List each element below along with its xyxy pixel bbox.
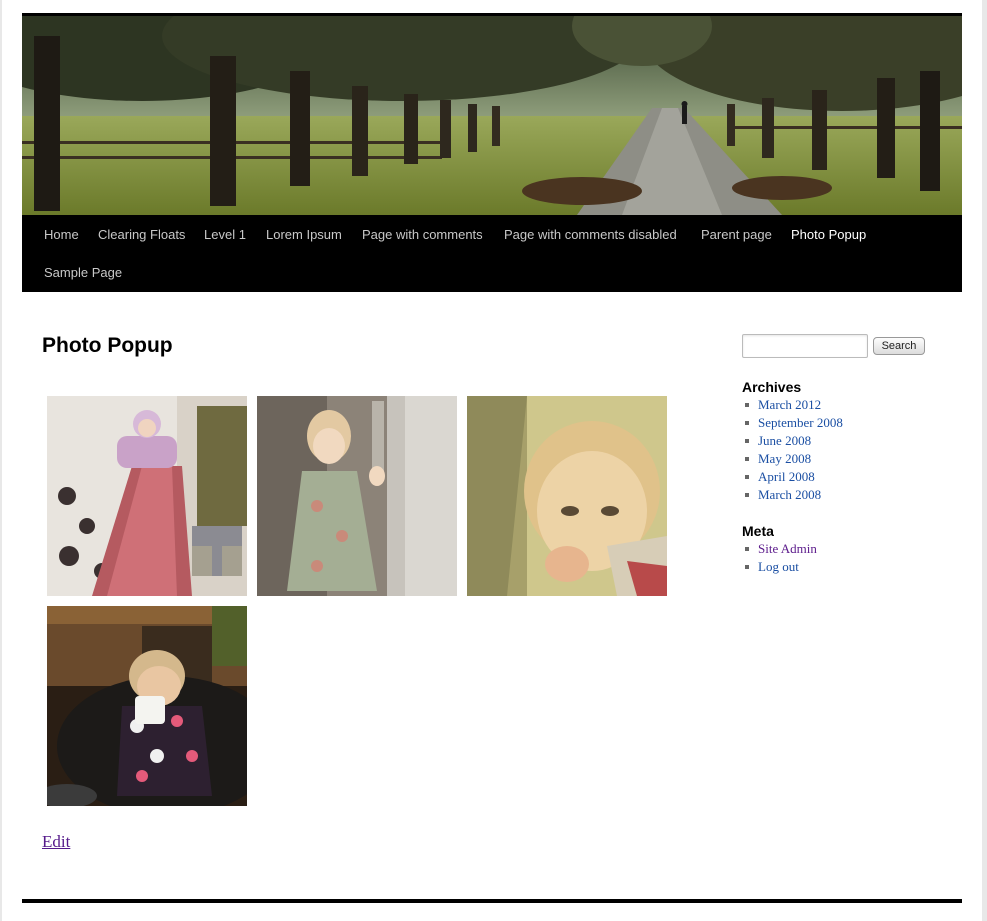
- gallery-image-door[interactable]: [257, 396, 457, 596]
- nav-item-page-with-comments[interactable]: Page with comments: [362, 227, 483, 243]
- nav-item-photo-popup[interactable]: Photo Popup: [791, 227, 866, 243]
- page: Home Clearing Floats Level 1 Lorem Ipsum…: [2, 0, 982, 921]
- list-item: Log out: [742, 558, 817, 576]
- list-item: April 2008: [742, 468, 843, 486]
- nav-item-clearing-floats[interactable]: Clearing Floats: [98, 227, 185, 243]
- archive-link-september-2008[interactable]: September 2008: [758, 415, 843, 430]
- nav-item-sample-page[interactable]: Sample Page: [44, 265, 122, 281]
- header-image: [22, 16, 962, 215]
- footer-top-border: [22, 899, 962, 903]
- meta-list: Site Admin Log out: [742, 540, 817, 576]
- edit-link[interactable]: Edit: [42, 832, 70, 852]
- nav-item-level-1[interactable]: Level 1: [204, 227, 246, 243]
- search-input[interactable]: [742, 334, 868, 358]
- list-item: March 2008: [742, 486, 843, 504]
- list-item: September 2008: [742, 414, 843, 432]
- meta-widget-title: Meta: [742, 523, 774, 539]
- gallery-image-cup[interactable]: [47, 606, 247, 806]
- nav-item-home[interactable]: Home: [44, 227, 79, 243]
- log-out-link[interactable]: Log out: [758, 559, 799, 574]
- archive-link-june-2008[interactable]: June 2008: [758, 433, 811, 448]
- archive-link-march-2008[interactable]: March 2008: [758, 487, 821, 502]
- archive-link-march-2012[interactable]: March 2012: [758, 397, 821, 412]
- gallery-image-closeup[interactable]: [467, 396, 667, 596]
- archives-widget-title: Archives: [742, 379, 802, 395]
- list-item: June 2008: [742, 432, 843, 450]
- main-navigation: Home Clearing Floats Level 1 Lorem Ipsum…: [22, 215, 962, 292]
- archives-list: March 2012 September 2008 June 2008 May …: [742, 396, 843, 504]
- list-item: March 2012: [742, 396, 843, 414]
- nav-item-page-with-comments-disabled[interactable]: Page with comments disabled: [504, 227, 677, 243]
- page-title: Photo Popup: [42, 334, 173, 357]
- nav-item-parent-page[interactable]: Parent page: [701, 227, 772, 243]
- gallery-image-slide[interactable]: [47, 396, 247, 596]
- list-item: Site Admin: [742, 540, 817, 558]
- nav-item-lorem-ipsum[interactable]: Lorem Ipsum: [266, 227, 342, 243]
- archive-link-may-2008[interactable]: May 2008: [758, 451, 811, 466]
- list-item: May 2008: [742, 450, 843, 468]
- archive-link-april-2008[interactable]: April 2008: [758, 469, 815, 484]
- search-button[interactable]: Search: [873, 337, 925, 355]
- site-admin-link[interactable]: Site Admin: [758, 541, 817, 556]
